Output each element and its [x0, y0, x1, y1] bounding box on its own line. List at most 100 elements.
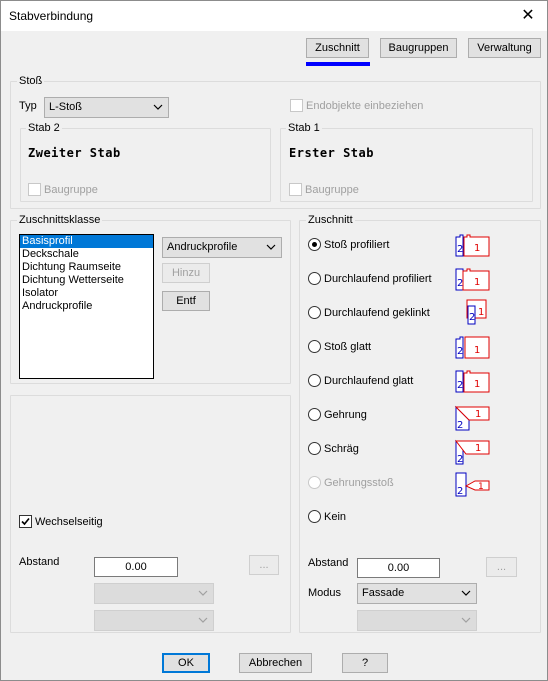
abstand-input-right[interactable]: 0.00: [357, 558, 440, 578]
option-label: Schräg: [324, 443, 359, 455]
help-button[interactable]: ?: [342, 653, 388, 673]
icon-number: 2: [457, 454, 463, 465]
stab2-baugruppe-checkbox[interactable]: [28, 183, 41, 196]
icon-number: 1: [474, 277, 480, 288]
icon-number: 2: [469, 312, 475, 323]
checkmark-icon: [21, 517, 30, 526]
abstand-ellipsis-button-left[interactable]: ...: [249, 555, 279, 575]
ok-button[interactable]: OK: [162, 653, 210, 673]
radio-gehrungsstoss[interactable]: [308, 476, 321, 489]
list-item[interactable]: Deckschale: [20, 248, 153, 261]
endobjekte-label: Endobjekte einbeziehen: [306, 100, 424, 112]
gehrung-icon: 2 1: [454, 405, 490, 431]
radio-dot: [312, 242, 317, 247]
chevron-down-icon: [266, 244, 276, 250]
typ-value: L-Stoß: [49, 101, 83, 113]
klasse-select-value: Andruckprofile: [167, 241, 238, 253]
stab1-baugruppe-checkbox[interactable]: [289, 183, 302, 196]
abstand-ellipsis-button-right[interactable]: ...: [486, 557, 517, 577]
gehrungsstoss-icon: 2 1: [455, 472, 490, 497]
tab-baugruppen[interactable]: Baugruppen: [380, 38, 457, 58]
radio-stoss-glatt[interactable]: [308, 340, 321, 353]
klasse-select[interactable]: Andruckprofile: [162, 237, 282, 258]
wechselseitig-label: Wechselseitig: [35, 516, 103, 528]
abstand-label-left: Abstand: [19, 556, 60, 568]
entf-button[interactable]: Entf: [162, 291, 210, 311]
stab2-name: Zweiter Stab: [28, 146, 121, 160]
durchlaufend-profiliert-icon: 2 1: [455, 268, 490, 291]
radio-durchlaufend-profiliert[interactable]: [308, 272, 321, 285]
option-label: Durchlaufend glatt: [324, 375, 414, 387]
title-bar: Stabverbindung ✕: [1, 1, 547, 31]
radio-gehrung[interactable]: [308, 408, 321, 421]
option-label: Stoß glatt: [324, 341, 372, 353]
typ-label: Typ: [19, 100, 37, 112]
zuschnitt-group-label: Zuschnitt: [306, 214, 355, 226]
window-title: Stabverbindung: [9, 9, 94, 23]
icon-number: 2: [457, 346, 463, 357]
radio-durchlaufend-geklinkt[interactable]: [308, 306, 321, 319]
endobjekte-checkbox[interactable]: [290, 99, 303, 112]
option-label: Gehrungsstoß: [324, 477, 394, 489]
typ-select[interactable]: L-Stoß: [44, 97, 169, 118]
cancel-button[interactable]: Abbrechen: [239, 653, 312, 673]
modus-label: Modus: [308, 587, 342, 599]
stab2-label: Stab 2: [26, 122, 62, 134]
wechselseitig-checkbox[interactable]: [19, 515, 32, 528]
chevron-down-icon: [198, 590, 208, 596]
abstand-label-right: Abstand: [308, 557, 349, 569]
abstand-input-left[interactable]: 0.00: [94, 557, 178, 577]
radio-schraeg[interactable]: [308, 442, 321, 455]
icon-number: 2: [457, 380, 463, 391]
stab1-baugruppe-label: Baugruppe: [305, 184, 359, 196]
icon-number: 1: [475, 409, 481, 420]
close-icon[interactable]: ✕: [515, 3, 541, 29]
radio-stoss-profiliert[interactable]: [308, 238, 321, 251]
modus-select[interactable]: Fassade: [357, 583, 477, 604]
chevron-down-icon: [461, 617, 471, 623]
chevron-down-icon: [198, 617, 208, 623]
left-select-2[interactable]: [94, 610, 214, 631]
icon-number: 1: [475, 443, 481, 454]
icon-number: 2: [457, 278, 463, 289]
modus-value: Fassade: [362, 587, 405, 599]
chevron-down-icon: [461, 590, 471, 596]
list-item[interactable]: Isolator: [20, 287, 153, 300]
icon-number: 1: [474, 345, 480, 356]
durchlaufend-geklinkt-icon: 1 2: [466, 299, 487, 325]
list-item[interactable]: Dichtung Raumseite: [20, 261, 153, 274]
option-label: Durchlaufend geklinkt: [324, 307, 430, 319]
stab1-label: Stab 1: [286, 122, 322, 134]
icon-number: 2: [457, 486, 463, 497]
icon-number: 1: [474, 243, 480, 254]
stab1-name: Erster Stab: [289, 146, 374, 160]
option-label: Stoß profiliert: [324, 239, 390, 251]
icon-number: 2: [457, 420, 463, 431]
radio-kein[interactable]: [308, 510, 321, 523]
schraeg-icon: 2 1: [454, 439, 490, 465]
stoss-profiliert-icon: 2 1: [455, 234, 490, 257]
radio-durchlaufend-glatt[interactable]: [308, 374, 321, 387]
icon-number: 1: [478, 307, 484, 318]
tab-verwaltung[interactable]: Verwaltung: [468, 38, 541, 58]
durchlaufend-glatt-icon: 2 1: [455, 370, 490, 393]
stoss-group-label: Stoß: [17, 75, 45, 87]
right-select-2[interactable]: [357, 610, 477, 631]
list-item[interactable]: Dichtung Wetterseite: [20, 274, 153, 287]
dialog-window: Stabverbindung ✕ Zuschnitt Baugruppen Ve…: [0, 0, 548, 681]
tab-zuschnitt[interactable]: Zuschnitt: [306, 38, 369, 58]
hinzu-button[interactable]: Hinzu: [162, 263, 210, 283]
stab2-baugruppe-label: Baugruppe: [44, 184, 98, 196]
stoss-glatt-icon: 2 1: [455, 336, 490, 359]
option-label: Durchlaufend profiliert: [324, 273, 432, 285]
list-item[interactable]: Andruckprofile: [20, 300, 153, 313]
icon-number: 2: [457, 244, 463, 255]
zuschnittsklasse-list[interactable]: Basisprofil Deckschale Dichtung Raumseit…: [19, 234, 154, 379]
left-select-1[interactable]: [94, 583, 214, 604]
icon-number: 1: [478, 482, 484, 492]
zuschnittsklasse-label: Zuschnittsklasse: [17, 214, 103, 226]
option-label: Gehrung: [324, 409, 367, 421]
chevron-down-icon: [153, 104, 163, 110]
icon-number: 1: [474, 379, 480, 390]
list-item[interactable]: Basisprofil: [20, 235, 153, 248]
